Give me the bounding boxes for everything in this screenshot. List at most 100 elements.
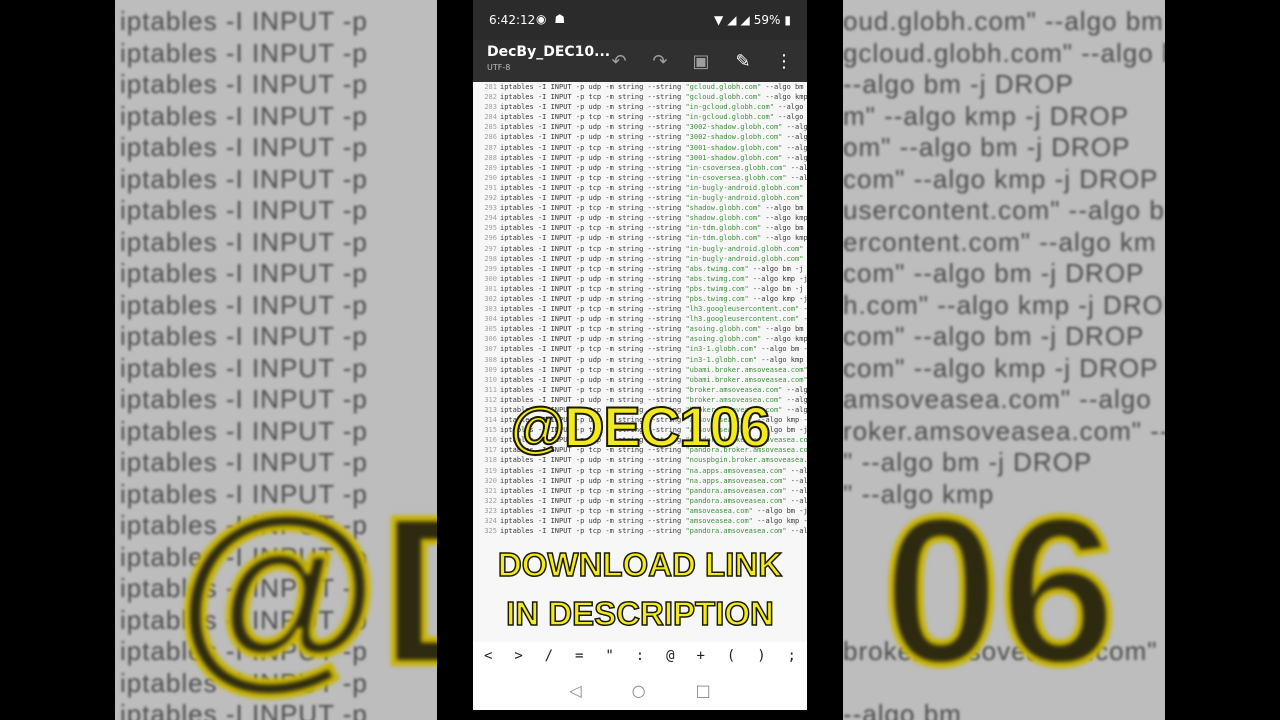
ghost-icon: ☗ <box>554 12 566 26</box>
code-line: 323 iptables -I INPUT -p tcp -m string --… <box>473 506 807 516</box>
code-text: iptables -I INPUT -p tcp -m string --str… <box>500 466 686 475</box>
code-line: 303 iptables -I INPUT -p tcp -m string --… <box>473 304 807 314</box>
code-line: 282 iptables -I INPUT -p tcp -m string --… <box>473 92 807 102</box>
code-line: 289 iptables -I INPUT -p udp -m string --… <box>473 163 807 173</box>
home-nav-icon[interactable]: ○ <box>632 681 646 700</box>
background-code-line: oud.globh.com" --algo bm <box>843 6 1164 36</box>
redo-button[interactable]: ↷ <box>647 48 673 74</box>
code-line: 285 iptables -I INPUT -p udp -m string --… <box>473 122 807 132</box>
symbol-key[interactable]: > <box>514 648 522 664</box>
code-string: "3002-shadow.globh.com" <box>685 123 783 132</box>
background-code-line: iptables -I INPUT -p <box>120 100 368 131</box>
code-string: "shadow.globh.com" <box>685 214 762 223</box>
code-line: 322 iptables -I INPUT -p udp -m string --… <box>473 496 807 506</box>
code-string: "lh3.googleusercontent.com" <box>685 315 800 324</box>
code-line: 287 iptables -I INPUT -p tcp -m string --… <box>473 143 807 153</box>
code-text: iptables -I INPUT -p udp -m string --str… <box>500 234 686 243</box>
code-string: "pbs.twimg.com" <box>685 284 749 293</box>
code-text: iptables -I INPUT -p tcp -m string --str… <box>500 183 686 192</box>
battery-percent: 59% <box>753 13 781 27</box>
code-text: iptables -I INPUT -p tcp -m string --str… <box>500 264 686 273</box>
code-text: iptables -I INPUT -p udp -m string --str… <box>500 153 686 162</box>
code-line: 298 iptables -I INPUT -p udp -m string --… <box>473 254 807 264</box>
line-number: 319 <box>484 466 497 475</box>
recents-nav-icon[interactable]: □ <box>696 681 711 700</box>
code-text-tail: --algo bm -j DROP <box>786 143 807 152</box>
code-line: 304 iptables -I INPUT -p udp -m string --… <box>473 314 807 324</box>
line-number: 295 <box>484 224 497 233</box>
code-text-tail: --algo bm -j DROP <box>752 284 807 293</box>
symbol-key[interactable]: " <box>605 648 613 664</box>
code-line: 293 iptables -I INPUT -p tcp -m string --… <box>473 203 807 213</box>
code-line: 319 iptables -I INPUT -p tcp -m string --… <box>473 466 807 476</box>
overlay-handle: @DEC106 <box>509 394 771 459</box>
code-text-tail: --algo kmp -j DROP <box>778 113 807 122</box>
code-string: "broker.amsoveasea.com" <box>685 385 783 394</box>
background-code-line: ercontent.com" --algo km <box>843 226 1157 257</box>
code-line: 306 iptables -I INPUT -p udp -m string --… <box>473 334 807 344</box>
code-line: 290 iptables -I INPUT -p tcp -m string --… <box>473 173 807 183</box>
code-line: 283 iptables -I INPUT -p udp -m string --… <box>473 102 807 112</box>
line-number: 282 <box>484 93 497 102</box>
code-text-tail: --algo bm -j DROP <box>786 385 807 394</box>
line-number: 321 <box>484 486 497 495</box>
code-text: iptables -I INPUT -p udp -m string --str… <box>500 355 686 364</box>
code-text: iptables -I INPUT -p tcp -m string --str… <box>500 93 686 102</box>
background-code-line: iptables -I INPUT -p <box>120 6 368 36</box>
code-text: iptables -I INPUT -p udp -m string --str… <box>500 496 686 505</box>
code-line: 288 iptables -I INPUT -p udp -m string --… <box>473 153 807 163</box>
line-number: 298 <box>484 254 497 263</box>
line-number: 325 <box>484 527 497 536</box>
more-options-button[interactable]: ⋮ <box>771 48 797 74</box>
undo-button[interactable]: ↶ <box>606 48 632 74</box>
symbol-key[interactable]: @ <box>666 648 674 664</box>
code-line: 297 iptables -I INPUT -p tcp -m string --… <box>473 244 807 254</box>
code-text: iptables -I INPUT -p tcp -m string --str… <box>500 325 686 334</box>
code-text-tail: --algo kmp -j DROP <box>799 315 807 323</box>
code-text-tail: --algo bm -j DROP <box>778 103 807 112</box>
code-text: iptables -I INPUT -p tcp -m string --str… <box>500 345 686 354</box>
code-string: "in-csoversea.globh.com" <box>685 163 787 172</box>
status-bar: 6:42:12 ◉ ☗ ▼ ◢ ◢ 59% ▮ <box>473 0 807 40</box>
line-number: 300 <box>484 274 497 283</box>
code-text-tail: --algo bm -j DROP <box>752 264 807 273</box>
code-string: "in-bugly-android.globh.com" <box>685 183 804 192</box>
code-text-tail: --algo kmp -j DROP <box>757 517 807 526</box>
line-number: 285 <box>484 123 497 132</box>
code-string: "in-bugly-android.globh.com" <box>685 254 804 263</box>
background-code-line: iptables -I INPUT -p <box>120 384 368 414</box>
code-string: "pandora.amsoveasea.com" <box>685 496 787 505</box>
background-code-line: iptables -I INPUT -p <box>120 352 368 383</box>
symbol-key[interactable]: ( <box>727 648 735 664</box>
code-text-tail: --algo kmp -j DROP <box>752 274 807 283</box>
line-number: 289 <box>484 163 497 172</box>
code-text: iptables -I INPUT -p udp -m string --str… <box>500 163 686 172</box>
code-string: "ubami.broker.amsoveasea.com" <box>685 365 807 374</box>
line-number: 323 <box>484 506 497 515</box>
code-text: iptables -I INPUT -p udp -m string --str… <box>500 123 686 132</box>
background-watermark-right: 06 <box>880 470 1120 711</box>
text-editor-area[interactable]: 281 iptables -I INPUT -p udp -m string --… <box>473 82 807 642</box>
line-number: 304 <box>484 315 497 324</box>
code-text-tail: --algo bm -j DROP <box>790 527 807 536</box>
save-button[interactable]: ▣ <box>688 48 714 74</box>
code-line: 286 iptables -I INPUT -p udp -m string --… <box>473 132 807 142</box>
symbol-key[interactable]: + <box>696 648 704 664</box>
back-nav-icon[interactable]: ◁ <box>569 681 581 700</box>
file-title[interactable]: DecBy_DEC10... <box>487 44 610 60</box>
code-text: iptables -I INPUT -p tcp -m string --str… <box>500 284 686 293</box>
line-number: 302 <box>484 294 497 303</box>
symbol-key[interactable]: < <box>484 648 492 664</box>
edit-pencil-button[interactable]: ✎ <box>730 48 756 74</box>
symbol-key[interactable]: = <box>575 648 583 664</box>
code-text: iptables -I INPUT -p udp -m string --str… <box>500 294 686 303</box>
line-number: 306 <box>484 335 497 344</box>
symbol-key[interactable]: / <box>545 648 553 664</box>
signal-icon: ◢ <box>727 13 737 27</box>
code-text: iptables -I INPUT -p udp -m string --str… <box>500 375 686 384</box>
code-string: "in-tdm.globh.com" <box>685 234 762 243</box>
code-text: iptables -I INPUT -p tcp -m string --str… <box>500 527 686 536</box>
symbol-key[interactable]: : <box>636 648 644 664</box>
symbol-key[interactable]: ; <box>788 648 796 664</box>
symbol-key[interactable]: ) <box>757 648 765 664</box>
